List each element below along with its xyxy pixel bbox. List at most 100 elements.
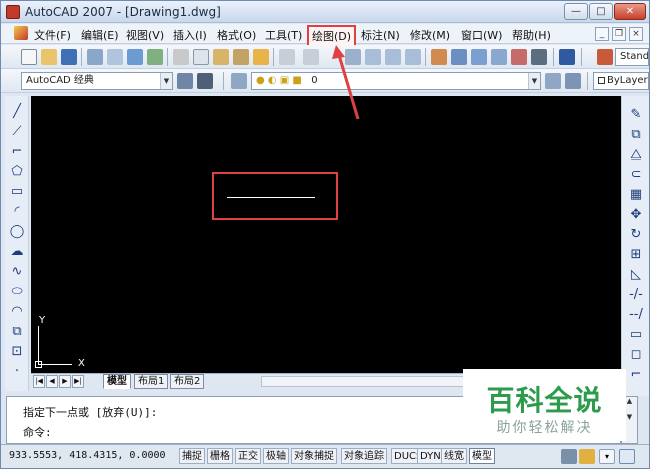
horizontal-scrollbar[interactable] <box>261 376 491 387</box>
linetype-combo[interactable]: ByLayer <box>593 72 649 90</box>
spline-icon[interactable]: ∿ <box>9 264 25 280</box>
insert-block-icon[interactable]: ⧉ <box>9 324 25 340</box>
help-icon[interactable] <box>559 49 575 65</box>
menu-file[interactable]: 文件(F) <box>34 27 71 43</box>
my-workspace-icon[interactable] <box>197 73 213 89</box>
close-button[interactable]: ✕ <box>614 3 646 20</box>
workspace-combo[interactable]: AutoCAD 经典 ▼ <box>21 72 173 90</box>
scale-icon[interactable]: ⊞ <box>627 246 645 263</box>
doc-restore-button[interactable]: ❐ <box>612 27 626 41</box>
snap-toggle[interactable]: 捕捉 <box>179 448 205 464</box>
doc-minimize-button[interactable]: _ <box>595 27 609 41</box>
lineweight-toggle[interactable]: 线宽 <box>441 448 467 464</box>
communication-center-icon[interactable] <box>561 449 577 464</box>
undo-icon[interactable] <box>279 49 295 65</box>
osnap-toggle[interactable]: 对象捕捉 <box>291 448 337 464</box>
maximize-button[interactable]: □ <box>589 3 613 20</box>
prev-tab-button[interactable]: ◀ <box>46 375 58 388</box>
print-icon[interactable] <box>87 49 103 65</box>
clean-screen-icon[interactable] <box>619 449 635 464</box>
publish-icon[interactable] <box>127 49 143 65</box>
menu-dimension[interactable]: 标注(N) <box>361 27 400 43</box>
layer-manager-icon[interactable] <box>231 73 247 89</box>
line-tool-icon[interactable]: ╱ <box>9 104 25 120</box>
ortho-toggle[interactable]: 正交 <box>235 448 261 464</box>
grid-toggle[interactable]: 栅格 <box>207 448 233 464</box>
menu-insert[interactable]: 插入(I) <box>173 27 207 43</box>
text-style-combo[interactable]: Stand <box>615 48 649 66</box>
copy-icon[interactable] <box>193 49 209 65</box>
tab-layout1[interactable]: 布局1 <box>134 374 169 389</box>
3d-dwf-icon[interactable] <box>147 49 163 65</box>
menu-tools[interactable]: 工具(T) <box>265 27 302 43</box>
point-icon[interactable]: · <box>9 364 25 380</box>
ellipse-arc-icon[interactable]: ◠ <box>9 304 25 320</box>
open-icon[interactable] <box>41 49 57 65</box>
last-tab-button[interactable]: ▶| <box>72 375 84 388</box>
dyn-toggle[interactable]: DYN <box>417 448 444 464</box>
extend-icon[interactable]: --/ <box>627 306 645 323</box>
layer-previous-icon[interactable] <box>565 73 581 89</box>
command-prompt[interactable]: 命令: <box>23 424 52 440</box>
copy-object-icon[interactable]: ⧉ <box>627 126 645 143</box>
menu-window[interactable]: 窗口(W) <box>461 27 502 43</box>
menu-help[interactable]: 帮助(H) <box>512 27 551 43</box>
save-icon[interactable] <box>61 49 77 65</box>
menu-format[interactable]: 格式(O) <box>217 27 256 43</box>
circle-icon[interactable]: ◯ <box>9 224 25 240</box>
tab-layout2[interactable]: 布局2 <box>170 374 205 389</box>
markup-icon[interactable] <box>511 49 527 65</box>
tab-model[interactable]: 模型 <box>103 374 131 389</box>
revision-cloud-icon[interactable]: ☁ <box>9 244 25 260</box>
text-style-icon[interactable] <box>597 49 613 65</box>
block-editor-icon[interactable] <box>253 49 269 65</box>
tool-palettes-icon[interactable] <box>471 49 487 65</box>
first-tab-button[interactable]: |◀ <box>33 375 45 388</box>
plot-preview-icon[interactable] <box>107 49 123 65</box>
properties-icon[interactable] <box>431 49 447 65</box>
rectangle-icon[interactable]: ▭ <box>9 184 25 200</box>
match-properties-icon[interactable] <box>233 49 249 65</box>
otrack-toggle[interactable]: 对象追踪 <box>341 448 387 464</box>
sheet-set-icon[interactable] <box>491 49 507 65</box>
paste-icon[interactable] <box>213 49 229 65</box>
erase-icon[interactable]: ✎ <box>627 106 645 123</box>
pan-icon[interactable] <box>345 49 361 65</box>
drawing-area[interactable]: Y X <box>31 96 621 373</box>
polar-toggle[interactable]: 极轴 <box>263 448 289 464</box>
offset-icon[interactable]: ⊂ <box>627 166 645 183</box>
menu-draw[interactable]: 绘图(D) <box>307 25 357 47</box>
trim-icon[interactable]: -/- <box>627 286 645 303</box>
zoom-previous-icon[interactable] <box>405 49 421 65</box>
cut-icon[interactable] <box>173 49 189 65</box>
design-center-icon[interactable] <box>451 49 467 65</box>
mirror-icon[interactable]: ⧋ <box>627 146 645 163</box>
menu-edit[interactable]: 编辑(E) <box>81 27 119 43</box>
workspace-settings-icon[interactable] <box>177 73 193 89</box>
redo-icon[interactable] <box>303 49 319 65</box>
ellipse-icon[interactable]: ⬭ <box>9 284 25 300</box>
zoom-window-icon[interactable] <box>385 49 401 65</box>
menu-modify[interactable]: 修改(M) <box>410 27 450 43</box>
break-icon[interactable]: ▭ <box>627 326 645 343</box>
coordinate-display[interactable]: 933.5553, 418.4315, 0.0000 <box>9 450 166 461</box>
polygon-icon[interactable]: ⬠ <box>9 164 25 180</box>
arc-icon[interactable]: ◜ <box>9 204 25 220</box>
array-icon[interactable]: ▦ <box>627 186 645 203</box>
move-icon[interactable]: ✥ <box>627 206 645 223</box>
doc-close-button[interactable]: × <box>629 27 643 41</box>
model-toggle[interactable]: 模型 <box>469 448 495 464</box>
zoom-realtime-icon[interactable] <box>365 49 381 65</box>
next-tab-button[interactable]: ▶ <box>59 375 71 388</box>
status-menu-icon[interactable]: ▾ <box>599 449 615 464</box>
stretch-icon[interactable]: ◺ <box>627 266 645 283</box>
minimize-button[interactable]: — <box>564 3 588 20</box>
layer-combo[interactable]: ● ◐ ▣ ■ 0 ▼ <box>251 72 541 90</box>
rotate-icon[interactable]: ↻ <box>627 226 645 243</box>
new-icon[interactable] <box>21 49 37 65</box>
calculator-icon[interactable] <box>531 49 547 65</box>
construction-line-icon[interactable]: ⟋ <box>9 124 25 140</box>
lock-icon[interactable] <box>579 449 595 464</box>
fillet-icon[interactable]: ⌐ <box>627 366 645 383</box>
chamfer-icon[interactable]: ◻ <box>627 346 645 363</box>
